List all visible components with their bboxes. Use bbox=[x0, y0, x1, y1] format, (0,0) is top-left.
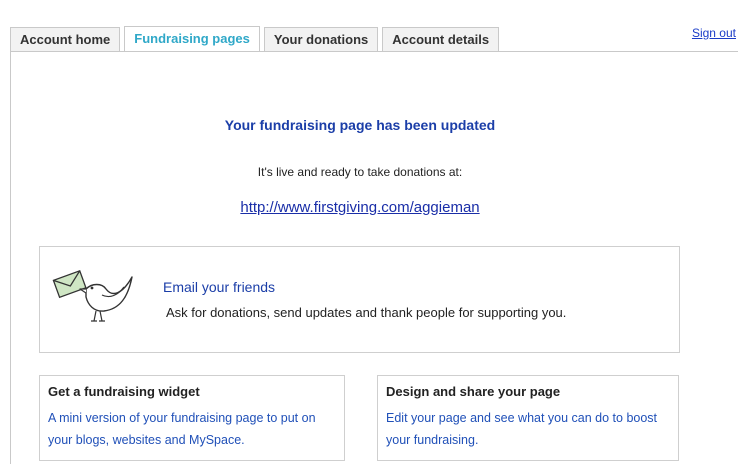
tab-account-home[interactable]: Account home bbox=[10, 27, 121, 52]
tab-divider bbox=[10, 51, 738, 52]
update-subline: It's live and ready to take donations at… bbox=[257, 165, 463, 179]
tab-account-details[interactable]: Account details bbox=[382, 27, 500, 52]
fundraising-page-url-link[interactable]: http://www.firstgiving.com/aggieman bbox=[0, 199, 720, 216]
design-title: Design and share your page bbox=[386, 384, 561, 399]
sign-out-link[interactable]: Sign out bbox=[692, 26, 736, 40]
update-headline: Your fundraising page has been updated bbox=[224, 117, 496, 133]
email-friends-link[interactable]: Email your friends bbox=[163, 279, 275, 295]
email-friends-panel: Email your friends Ask for donations, se… bbox=[39, 246, 680, 353]
page: Account home Fundraising pages Your dona… bbox=[0, 0, 738, 464]
design-description[interactable]: Edit your page and see what you can do t… bbox=[386, 407, 672, 451]
fundraising-widget-panel[interactable]: Get a fundraising widget A mini version … bbox=[39, 375, 345, 461]
tab-bar: Account home Fundraising pages Your dona… bbox=[10, 26, 503, 52]
email-friends-description: Ask for donations, send updates and than… bbox=[166, 305, 567, 320]
widget-description[interactable]: A mini version of your fundraising page … bbox=[48, 407, 338, 451]
tab-fundraising-pages[interactable]: Fundraising pages bbox=[124, 26, 260, 52]
widget-title: Get a fundraising widget bbox=[48, 384, 200, 399]
bird-with-envelope-icon bbox=[52, 269, 133, 322]
design-share-panel[interactable]: Design and share your page Edit your pag… bbox=[377, 375, 679, 461]
content-border bbox=[10, 51, 11, 464]
tab-your-donations[interactable]: Your donations bbox=[263, 27, 379, 52]
